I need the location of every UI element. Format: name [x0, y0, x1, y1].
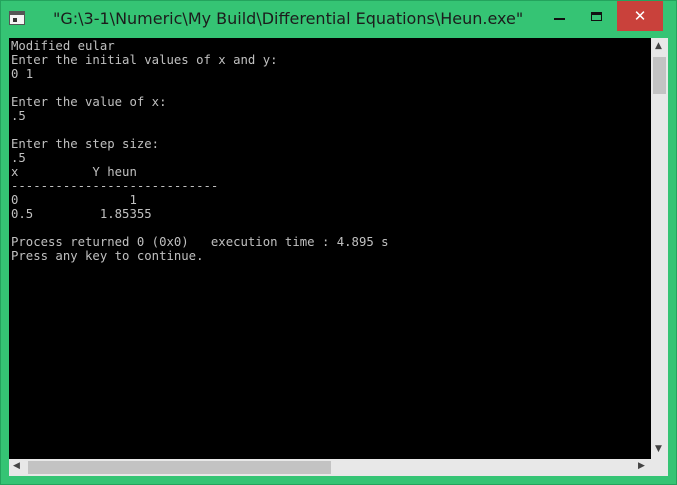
close-icon: ✕ — [633, 6, 647, 25]
minimize-icon — [553, 18, 565, 20]
console-line: Modified eular — [11, 39, 115, 53]
scroll-right-icon[interactable]: ▶ — [638, 462, 645, 471]
console-line: Press any key to continue. — [11, 249, 204, 263]
console-line: .5 — [11, 151, 26, 165]
scroll-up-icon[interactable]: ▲ — [655, 42, 662, 51]
console-line: .5 — [11, 109, 26, 123]
scroll-down-icon[interactable]: ▼ — [655, 445, 662, 454]
console-line: 0.5 1.85355 — [11, 207, 152, 221]
window-title: "G:\3-1\Numeric\My Build\Differential Eq… — [53, 9, 524, 28]
console-window: "G:\3-1\Numeric\My Build\Differential Eq… — [0, 0, 677, 485]
console-line: Enter the initial values of x and y: — [11, 53, 278, 67]
scroll-left-icon[interactable]: ◀ — [13, 462, 20, 471]
console-line: Enter the step size: — [11, 137, 160, 151]
console-line: Process returned 0 (0x0) execution time … — [11, 235, 389, 249]
title-bar[interactable]: "G:\3-1\Numeric\My Build\Differential Eq… — [1, 1, 676, 38]
console-line: 0 1 — [11, 193, 137, 207]
console-line: 0 1 — [11, 67, 34, 81]
console-output-area[interactable]: Modified eular Enter the initial values … — [9, 38, 651, 459]
console-line: ---------------------------- — [11, 179, 219, 193]
maximize-button[interactable] — [581, 1, 611, 31]
horizontal-scroll-thumb[interactable] — [28, 461, 331, 474]
console-line: Enter the value of x: — [11, 95, 167, 109]
console-text: Modified eular Enter the initial values … — [9, 38, 651, 264]
close-button[interactable]: ✕ — [617, 1, 663, 31]
console-line: x Y heun — [11, 165, 137, 179]
maximize-icon — [590, 11, 602, 21]
vertical-scroll-thumb[interactable] — [653, 57, 666, 94]
horizontal-scrollbar[interactable]: ◀ ▶ — [9, 459, 651, 476]
scrollbar-corner — [651, 459, 668, 476]
console-app-icon[interactable] — [9, 11, 25, 25]
minimize-button[interactable] — [544, 1, 574, 31]
vertical-scrollbar[interactable]: ▲ ▼ — [651, 38, 668, 459]
